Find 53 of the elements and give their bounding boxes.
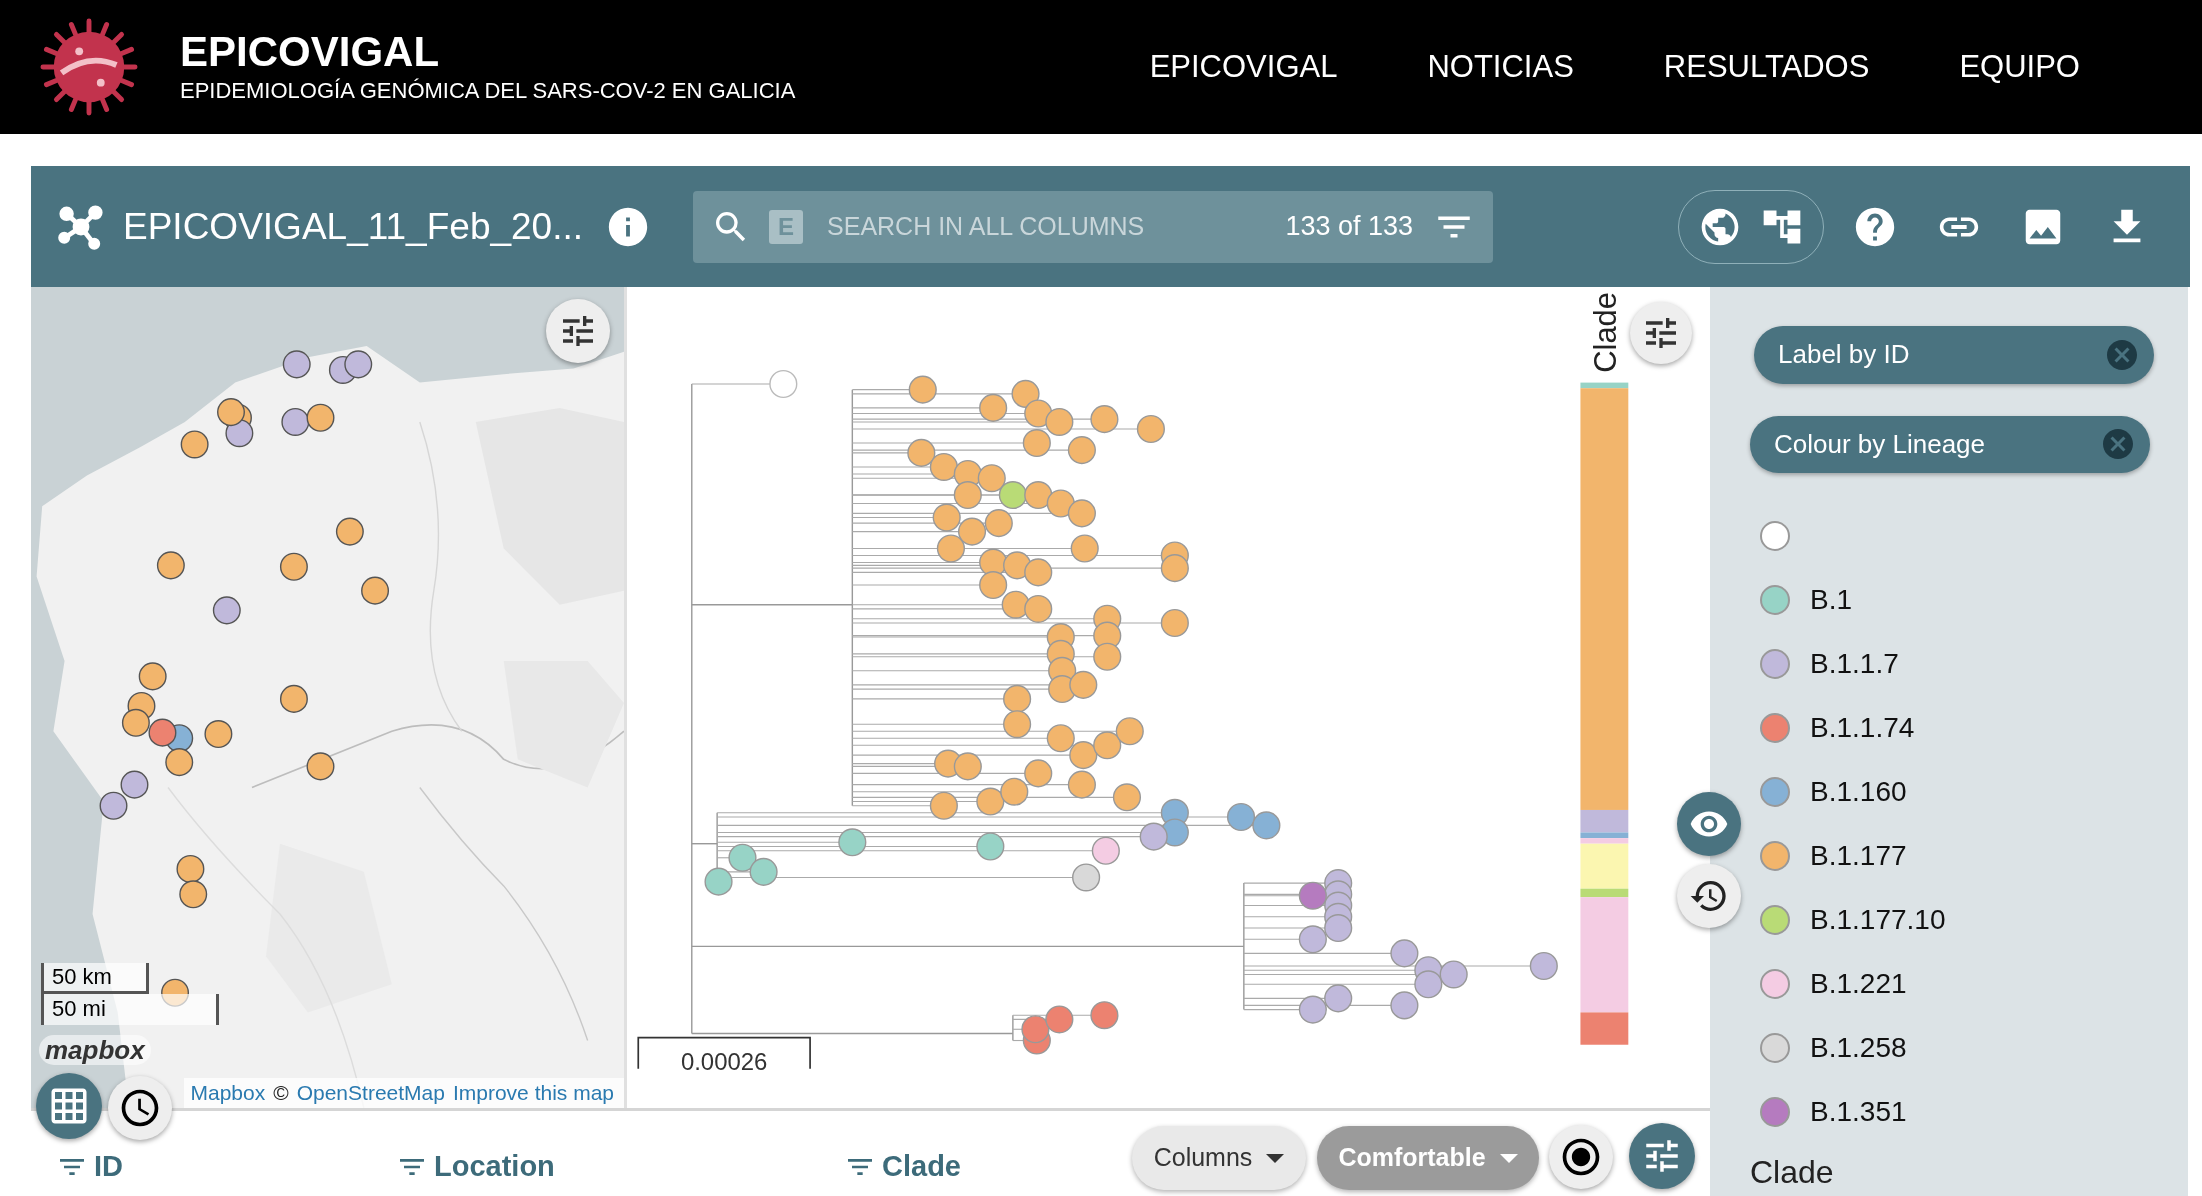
attribution-link[interactable]: OpenStreetMap	[296, 1077, 445, 1108]
legend-label: B.1.177	[1810, 839, 1907, 873]
legend-item[interactable]: B.1.177.10	[1760, 888, 2188, 952]
filter-chip[interactable]: Colour by Lineage	[1750, 415, 2150, 473]
legend-item[interactable]: B.1.177	[1760, 824, 2188, 888]
dataset-title: EPICOVIGAL_11_Feb_20...	[123, 204, 584, 249]
search-input[interactable]: SEARCH IN ALL COLUMNS	[827, 207, 1286, 246]
result-count: 133 of 133	[1285, 210, 1414, 244]
attribution-link[interactable]: Mapbox	[190, 1077, 266, 1108]
nodes-logo-icon	[57, 202, 105, 251]
attribution-link[interactable]: Improve this map	[452, 1077, 614, 1108]
caret-icon	[1266, 1153, 1285, 1163]
legend-item[interactable]: B.1.1.74	[1760, 696, 2188, 760]
mapbox-logo: mapbox	[39, 1035, 151, 1065]
caret-icon	[1499, 1153, 1518, 1163]
legend-label: B.1.258	[1810, 1031, 1907, 1065]
column-header[interactable]: ID	[56, 1145, 123, 1189]
nav-link[interactable]: NOTICIAS	[1427, 43, 1574, 91]
nav-link[interactable]: EPICOVIGAL	[1149, 43, 1338, 91]
nav-link[interactable]: EQUIPO	[1959, 43, 2080, 91]
legend-heading: Clade	[1750, 1153, 1835, 1192]
tree-settings-button[interactable]	[1630, 302, 1692, 364]
legend-label: B.1.221	[1810, 967, 1907, 1001]
grid-view-button[interactable]	[36, 1073, 102, 1139]
scale-mi-label: 50 mi	[44, 994, 219, 1025]
table-settings-button[interactable]	[1629, 1123, 1695, 1189]
legend-item[interactable]: B.1	[1760, 568, 2188, 632]
filter-chip[interactable]: Label by ID	[1754, 326, 2154, 384]
site-title: EPICOVIGAL	[180, 28, 441, 76]
search-mode-badge: E	[769, 209, 804, 244]
legend-item[interactable]: B.1.258	[1760, 1016, 2188, 1080]
attribution-text: ©	[273, 1080, 289, 1107]
legend-label: B.1.1.7	[1810, 647, 1899, 681]
column-header[interactable]: Location	[396, 1145, 555, 1189]
legend-item[interactable]: B.1.1.7	[1760, 632, 2188, 696]
columns-dropdown[interactable]: Columns	[1132, 1126, 1306, 1190]
column-header[interactable]: Clade	[844, 1145, 961, 1189]
legend-label: B.1	[1810, 583, 1853, 617]
legend-label: B.1.1.74	[1810, 711, 1915, 745]
legend-item[interactable]: B.1.221	[1760, 952, 2188, 1016]
legend-label: B.1.351	[1810, 1095, 1907, 1129]
legend-item[interactable]: B.1.351	[1760, 1080, 2188, 1144]
timeline-button[interactable]	[108, 1076, 172, 1140]
site-subtitle: EPIDEMIOLOGÍA GENÓMICA DEL SARS-COV-2 EN GALICIA	[180, 77, 796, 105]
legend-label: B.1.177.10	[1810, 903, 1946, 937]
virus-logo-icon	[40, 18, 138, 116]
legend-item[interactable]: B.1.160	[1760, 760, 2188, 824]
strip-label: Clade	[1587, 292, 1623, 373]
scale-km-label: 50 km	[44, 963, 149, 994]
nav-link[interactable]: RESULTADOS	[1663, 43, 1870, 91]
record-button[interactable]	[1549, 1125, 1613, 1189]
scale-label: 0.00026	[680, 1048, 768, 1076]
legend-label: B.1.160	[1810, 775, 1907, 809]
